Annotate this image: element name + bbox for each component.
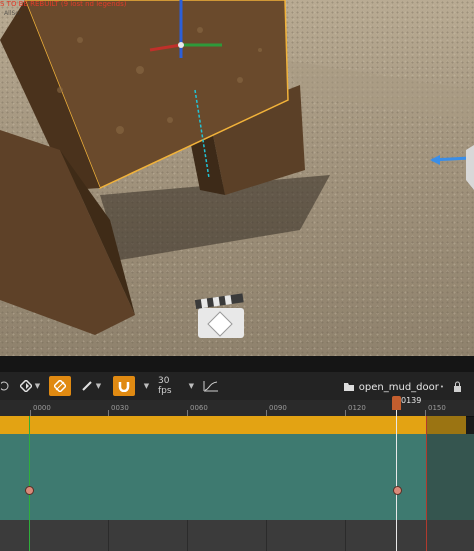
- chevron-down-icon: ▼: [143, 382, 150, 390]
- auto-key-button[interactable]: [49, 376, 71, 396]
- snap-button[interactable]: [113, 376, 135, 396]
- snap-options-dropdown[interactable]: ▼: [139, 376, 151, 396]
- grid-line: [187, 520, 188, 551]
- curve-editor-icon: [203, 381, 218, 392]
- key-diamond-icon: [19, 380, 32, 392]
- playhead-frame: 0139: [401, 396, 422, 405]
- section-out-of-range: [426, 416, 466, 434]
- empty-track-area: [0, 520, 474, 551]
- playhead-handle[interactable]: [392, 396, 401, 410]
- tick-label: 0090: [269, 404, 287, 412]
- playback-end-marker[interactable]: [426, 416, 427, 551]
- transform-track-section[interactable]: [0, 434, 426, 520]
- grid-line: [108, 520, 109, 551]
- playback-start-marker[interactable]: [29, 416, 30, 551]
- curve-editor-button[interactable]: [200, 376, 222, 396]
- framerate-dropdown[interactable]: 30 fps ▼: [158, 376, 194, 396]
- framerate-label: 30 fps: [158, 376, 172, 396]
- magnet-icon: [118, 382, 130, 392]
- keyframe[interactable]: [393, 486, 402, 495]
- auto-key-icon: [54, 380, 66, 392]
- chevron-down-icon: ▼: [34, 382, 41, 390]
- lock-button[interactable]: [450, 376, 464, 396]
- rebuild-warning: S TO BE REBUILT (9 lost nd legends): [0, 0, 127, 8]
- folder-icon: [344, 383, 354, 391]
- key-mode-dropdown[interactable]: ▼: [16, 376, 44, 396]
- toolbar-cutoff-button[interactable]: [0, 376, 12, 396]
- track-out-of-range: [426, 434, 474, 520]
- tick-label: 0030: [111, 404, 129, 412]
- level-sequence-actor-icon: [194, 293, 244, 338]
- sequence-breadcrumb[interactable]: open_mud_door •: [344, 377, 444, 397]
- chevron-down-icon: ▼: [188, 382, 194, 390]
- lock-icon: [453, 381, 461, 392]
- sequence-name: open_mud_door: [358, 381, 439, 393]
- tick-label: 0120: [348, 404, 366, 412]
- grid-line: [266, 520, 267, 551]
- tick-label: 0150: [428, 404, 446, 412]
- camera-cut-section[interactable]: [0, 416, 426, 434]
- level-viewport[interactable]: S TO BE REBUILT (9 lost nd legends) AllS…: [0, 0, 474, 356]
- panel-divider: [0, 356, 474, 372]
- tick-label: 0060: [190, 404, 208, 412]
- tick-label: 0000: [33, 404, 51, 412]
- grid-line: [345, 520, 346, 551]
- chevron-down-icon: ▼: [95, 382, 102, 390]
- stat-text: AllScr: [4, 10, 22, 17]
- edit-mode-dropdown[interactable]: ▼: [78, 376, 104, 396]
- keyframe[interactable]: [25, 486, 34, 495]
- scene-render: [0, 0, 474, 338]
- pencil-icon: [82, 381, 92, 391]
- playhead-line: [396, 410, 397, 551]
